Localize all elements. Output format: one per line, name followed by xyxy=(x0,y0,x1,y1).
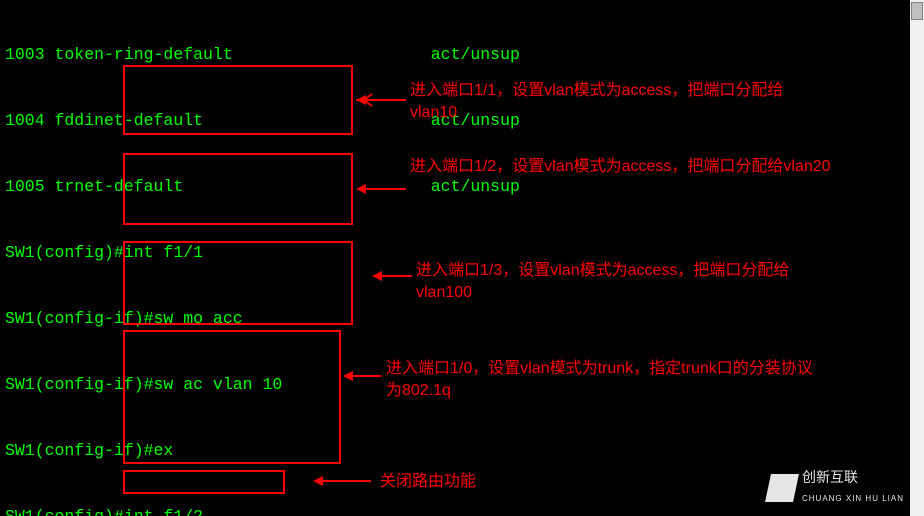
arrow-icon xyxy=(343,369,381,383)
arrow-icon xyxy=(356,93,406,107)
terminal-output: 1003 token-ring-default act/unsup 1004 f… xyxy=(5,0,748,516)
watermark-subtext: CHUANG XIN HU LIAN xyxy=(802,488,904,510)
arrow-icon xyxy=(356,182,406,196)
watermark-logo-icon xyxy=(765,474,799,502)
callout-box-4 xyxy=(123,330,341,464)
annotation-2: 进入端口1/2，设置vlan模式为access，把端口分配给vlan20 xyxy=(410,156,831,178)
terminal-line: SW1(config-if)#ex xyxy=(5,440,748,462)
arrow-icon xyxy=(313,474,371,488)
scrollbar-thumb[interactable] xyxy=(911,2,923,20)
terminal-line: 1003 token-ring-default act/unsup xyxy=(5,44,748,66)
callout-box-2 xyxy=(123,153,353,225)
watermark: 创新互联 CHUANG XIN HU LIAN xyxy=(768,466,904,510)
callout-box-1 xyxy=(123,65,353,135)
watermark-text: 创新互联 xyxy=(802,466,904,488)
terminal-line: SW1(config-if)#sw mo acc xyxy=(5,308,748,330)
scrollbar[interactable] xyxy=(910,0,924,516)
callout-box-3 xyxy=(123,241,353,325)
arrow-icon xyxy=(372,269,412,283)
callout-box-5 xyxy=(123,470,285,494)
annotation-1: 进入端口1/1，设置vlan模式为access，把端口分配给vlan10 xyxy=(410,80,783,124)
annotation-3: 进入端口1/3，设置vlan模式为access，把端口分配给vlan100 xyxy=(416,260,789,304)
annotation-4: 进入端口1/0，设置vlan模式为trunk，指定trunk口的分装协议为802… xyxy=(386,358,813,402)
terminal-line: SW1(config)#int f1/2 xyxy=(5,506,748,516)
annotation-5: 关闭路由功能 xyxy=(380,471,476,493)
